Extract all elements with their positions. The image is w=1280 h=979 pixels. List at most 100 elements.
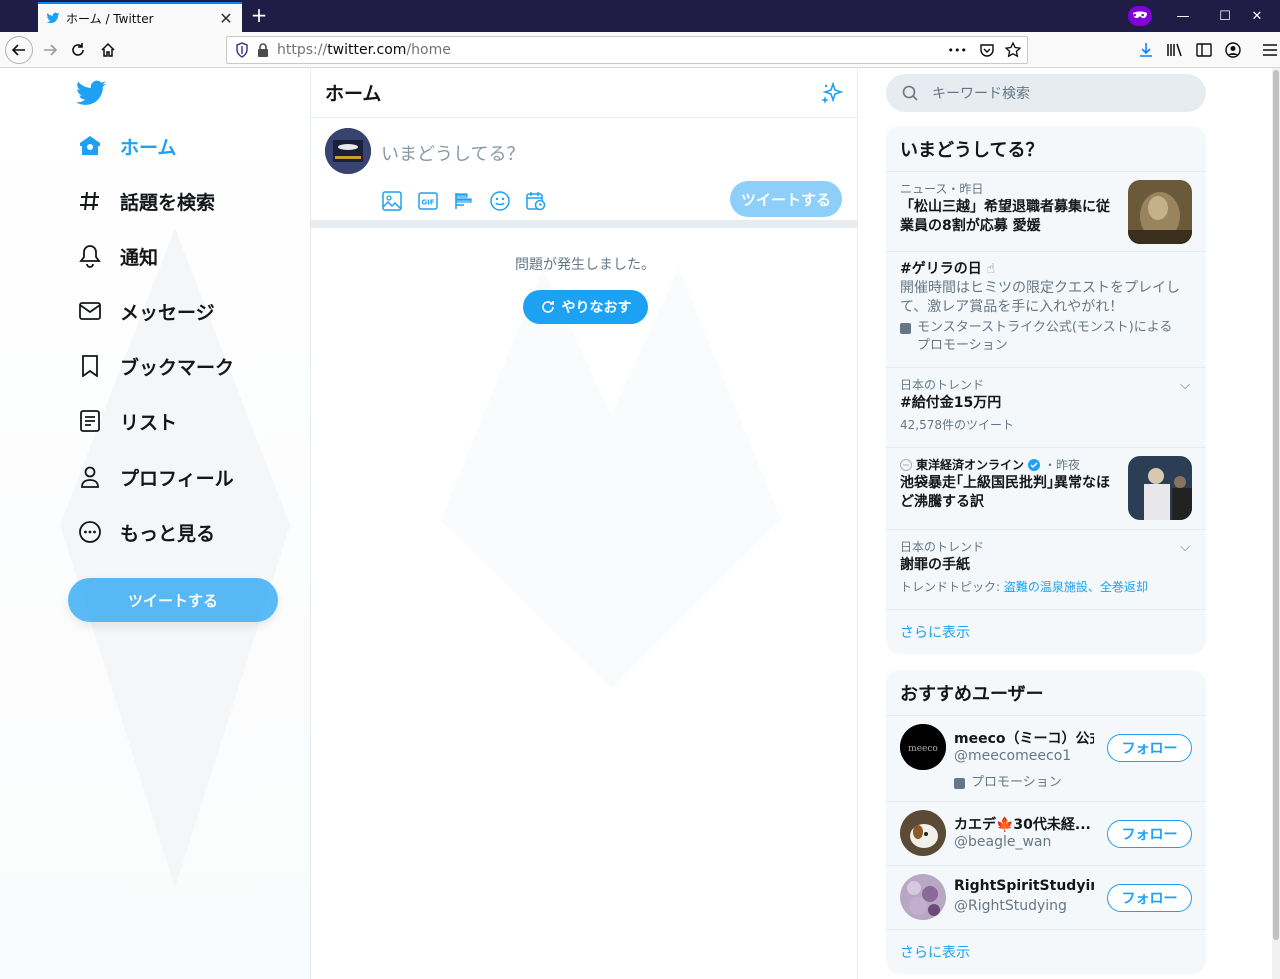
user-handle: @RightStudying (954, 898, 1067, 914)
poll-icon[interactable] (451, 188, 477, 214)
user-name[interactable]: meeco（ミーコ）公式 (954, 728, 1094, 748)
promoted-label: プロモーション (954, 774, 1062, 792)
twitter-logo-icon[interactable] (76, 80, 106, 106)
mail-icon (78, 299, 102, 323)
compose-box: いまどうしてる？ GIF ツイートする (311, 118, 857, 228)
search-input[interactable]: キーワード検索 (886, 74, 1206, 112)
trend-item[interactable]: #ゲリラの日 ☝ 開催時間はヒミツの限定クエストをプレイして、激レア賞品を手に入… (886, 252, 1206, 368)
more-circle-icon (78, 520, 102, 544)
sidebar-item-notifications[interactable]: 通知 (66, 234, 170, 278)
sidebar-tweet-button[interactable]: ツイートする (68, 578, 278, 622)
sidebar-item-profile[interactable]: プロフィール (66, 455, 246, 499)
search-placeholder: キーワード検索 (932, 86, 1030, 102)
avatar[interactable] (900, 874, 946, 920)
retry-button[interactable]: やりなおす (523, 290, 648, 324)
user-suggestion[interactable]: meeco meeco（ミーコ）公式 @meecomeeco1 プロモーション … (886, 716, 1206, 802)
trends-show-more-link[interactable]: さらに表示 (886, 610, 1206, 654)
home-icon (78, 134, 102, 158)
address-bar[interactable]: https://twitter.com/home ••• (226, 36, 1028, 64)
sparkle-icon[interactable] (821, 81, 843, 104)
tab-close-icon[interactable]: ✕ (218, 9, 234, 28)
page-actions-icon[interactable]: ••• (948, 44, 967, 57)
trend-topics: トレンドトピック: 盗難の温泉施設、全巻返却 (900, 580, 1148, 594)
trend-title: 池袋暴走｢上級国民批判｣異常なほど沸騰する訳 (900, 475, 1110, 510)
reload-icon (72, 43, 84, 56)
browser-tab[interactable]: ホーム / Twitter ✕ (38, 2, 242, 32)
follow-button[interactable]: フォロー (1107, 820, 1192, 848)
menu-icon[interactable] (1260, 40, 1280, 60)
library-icon[interactable] (1165, 40, 1185, 60)
follow-button[interactable]: フォロー (1107, 884, 1192, 912)
home-button[interactable] (94, 36, 122, 64)
search-icon (902, 85, 918, 101)
sidebar-item-explore[interactable]: 話題を検索 (66, 179, 227, 223)
browser-toolbar: https://twitter.com/home ••• (0, 32, 1280, 68)
sidebar-item-label: メッセージ (120, 301, 215, 324)
forward-button[interactable] (36, 36, 64, 64)
compose-input[interactable]: いまどうしてる？ (381, 140, 524, 166)
trend-topic-link[interactable]: 盗難の温泉施設、全巻返却 (1004, 580, 1148, 594)
refresh-icon (541, 301, 554, 313)
sidebar-item-messages[interactable]: メッセージ (66, 289, 227, 333)
trend-title: 「松山三越」希望退職者募集に従業員の8割が応募 愛媛 (900, 199, 1110, 234)
lock-icon[interactable] (257, 43, 269, 57)
page-scrollbar[interactable] (1272, 68, 1280, 979)
trend-item[interactable]: 日本のトレンド 謝罪の手紙 トレンドトピック: 盗難の温泉施設、全巻返却 ⌵ (886, 530, 1206, 610)
who-to-follow-panel: おすすめユーザー meeco meeco（ミーコ）公式 @meecomeeco1… (886, 670, 1206, 974)
avatar[interactable]: meeco (900, 724, 946, 770)
url-protocol: https:// (277, 42, 328, 58)
svg-text:GIF: GIF (421, 199, 434, 207)
window-close-button[interactable]: ✕ (1234, 0, 1280, 32)
downloads-icon[interactable] (1136, 40, 1156, 60)
timeline-header: ホーム (311, 68, 857, 118)
user-handle: @meecomeeco1 (954, 748, 1072, 764)
list-icon (78, 409, 102, 433)
sidebar-item-home[interactable]: ホーム (66, 124, 188, 168)
sidebar-toggle-icon[interactable] (1194, 40, 1214, 60)
user-suggestion[interactable]: カエデ🍁30代未経... @beagle_wan フォロー (886, 802, 1206, 866)
trend-title: 謝罪の手紙 (900, 557, 970, 573)
pocket-icon[interactable] (979, 42, 995, 58)
back-arrow-icon (11, 44, 25, 56)
sidebar-item-lists[interactable]: リスト (66, 399, 189, 443)
reload-button[interactable] (64, 36, 92, 64)
sidebar-item-bookmarks[interactable]: ブックマーク (66, 344, 246, 388)
sidebar-item-label: ブックマーク (120, 356, 235, 379)
avatar[interactable] (900, 810, 946, 856)
retry-label: やりなおす (561, 300, 632, 316)
user-name[interactable]: RightSpiritStudying (954, 878, 1094, 894)
trend-meta: 日本のトレンド (900, 378, 985, 392)
minimize-button[interactable]: — (1160, 0, 1206, 32)
tracking-shield-icon[interactable] (235, 42, 249, 58)
user-name[interactable]: カエデ🍁30代未経... (954, 814, 1094, 834)
bookmark-icon (78, 354, 102, 378)
back-button[interactable] (5, 36, 33, 64)
account-icon[interactable] (1223, 40, 1243, 60)
chevron-down-icon[interactable]: ⌵ (1180, 540, 1190, 555)
trend-item[interactable]: 日本のトレンド #給付金15万円 42,578件のツイート ⌵ (886, 368, 1206, 448)
trend-title: #ゲリラの日 ☝ (900, 261, 996, 277)
image-icon[interactable] (379, 188, 405, 214)
chevron-down-icon[interactable]: ⌵ (1180, 378, 1190, 393)
sidebar-item-label: リスト (120, 411, 178, 434)
promoted-icon (954, 778, 965, 789)
schedule-icon[interactable] (523, 188, 549, 214)
emoji-icon[interactable] (487, 188, 513, 214)
avatar[interactable] (325, 128, 371, 174)
compose-tools: GIF (379, 188, 549, 214)
url-path: /home (406, 42, 451, 58)
who-to-follow-show-more-link[interactable]: さらに表示 (886, 930, 1206, 974)
person-icon (78, 465, 102, 489)
follow-button[interactable]: フォロー (1107, 734, 1192, 762)
user-suggestion[interactable]: RightSpiritStudying @RightStudying フォロー (886, 866, 1206, 930)
trend-item[interactable]: ニュース・昨日 「松山三越」希望退職者募集に従業員の8割が応募 愛媛 (886, 172, 1206, 252)
private-browsing-icon (1128, 6, 1152, 26)
bookmark-star-icon[interactable] (1005, 42, 1021, 58)
left-navigation: ホーム 話題を検索 通知 メッセージ ブックマーク リスト プロフィール もっと… (0, 68, 310, 979)
compose-tweet-button[interactable]: ツイートする (730, 181, 842, 217)
trend-item[interactable]: 東洋経済オンライン ・昨夜 池袋暴走｢上級国民批判｣異常なほど沸騰する訳 (886, 448, 1206, 530)
new-tab-button[interactable]: + (248, 4, 270, 28)
scrollbar-thumb[interactable] (1273, 70, 1279, 940)
sidebar-item-more[interactable]: もっと見る (66, 510, 227, 554)
gif-icon[interactable]: GIF (415, 188, 441, 214)
